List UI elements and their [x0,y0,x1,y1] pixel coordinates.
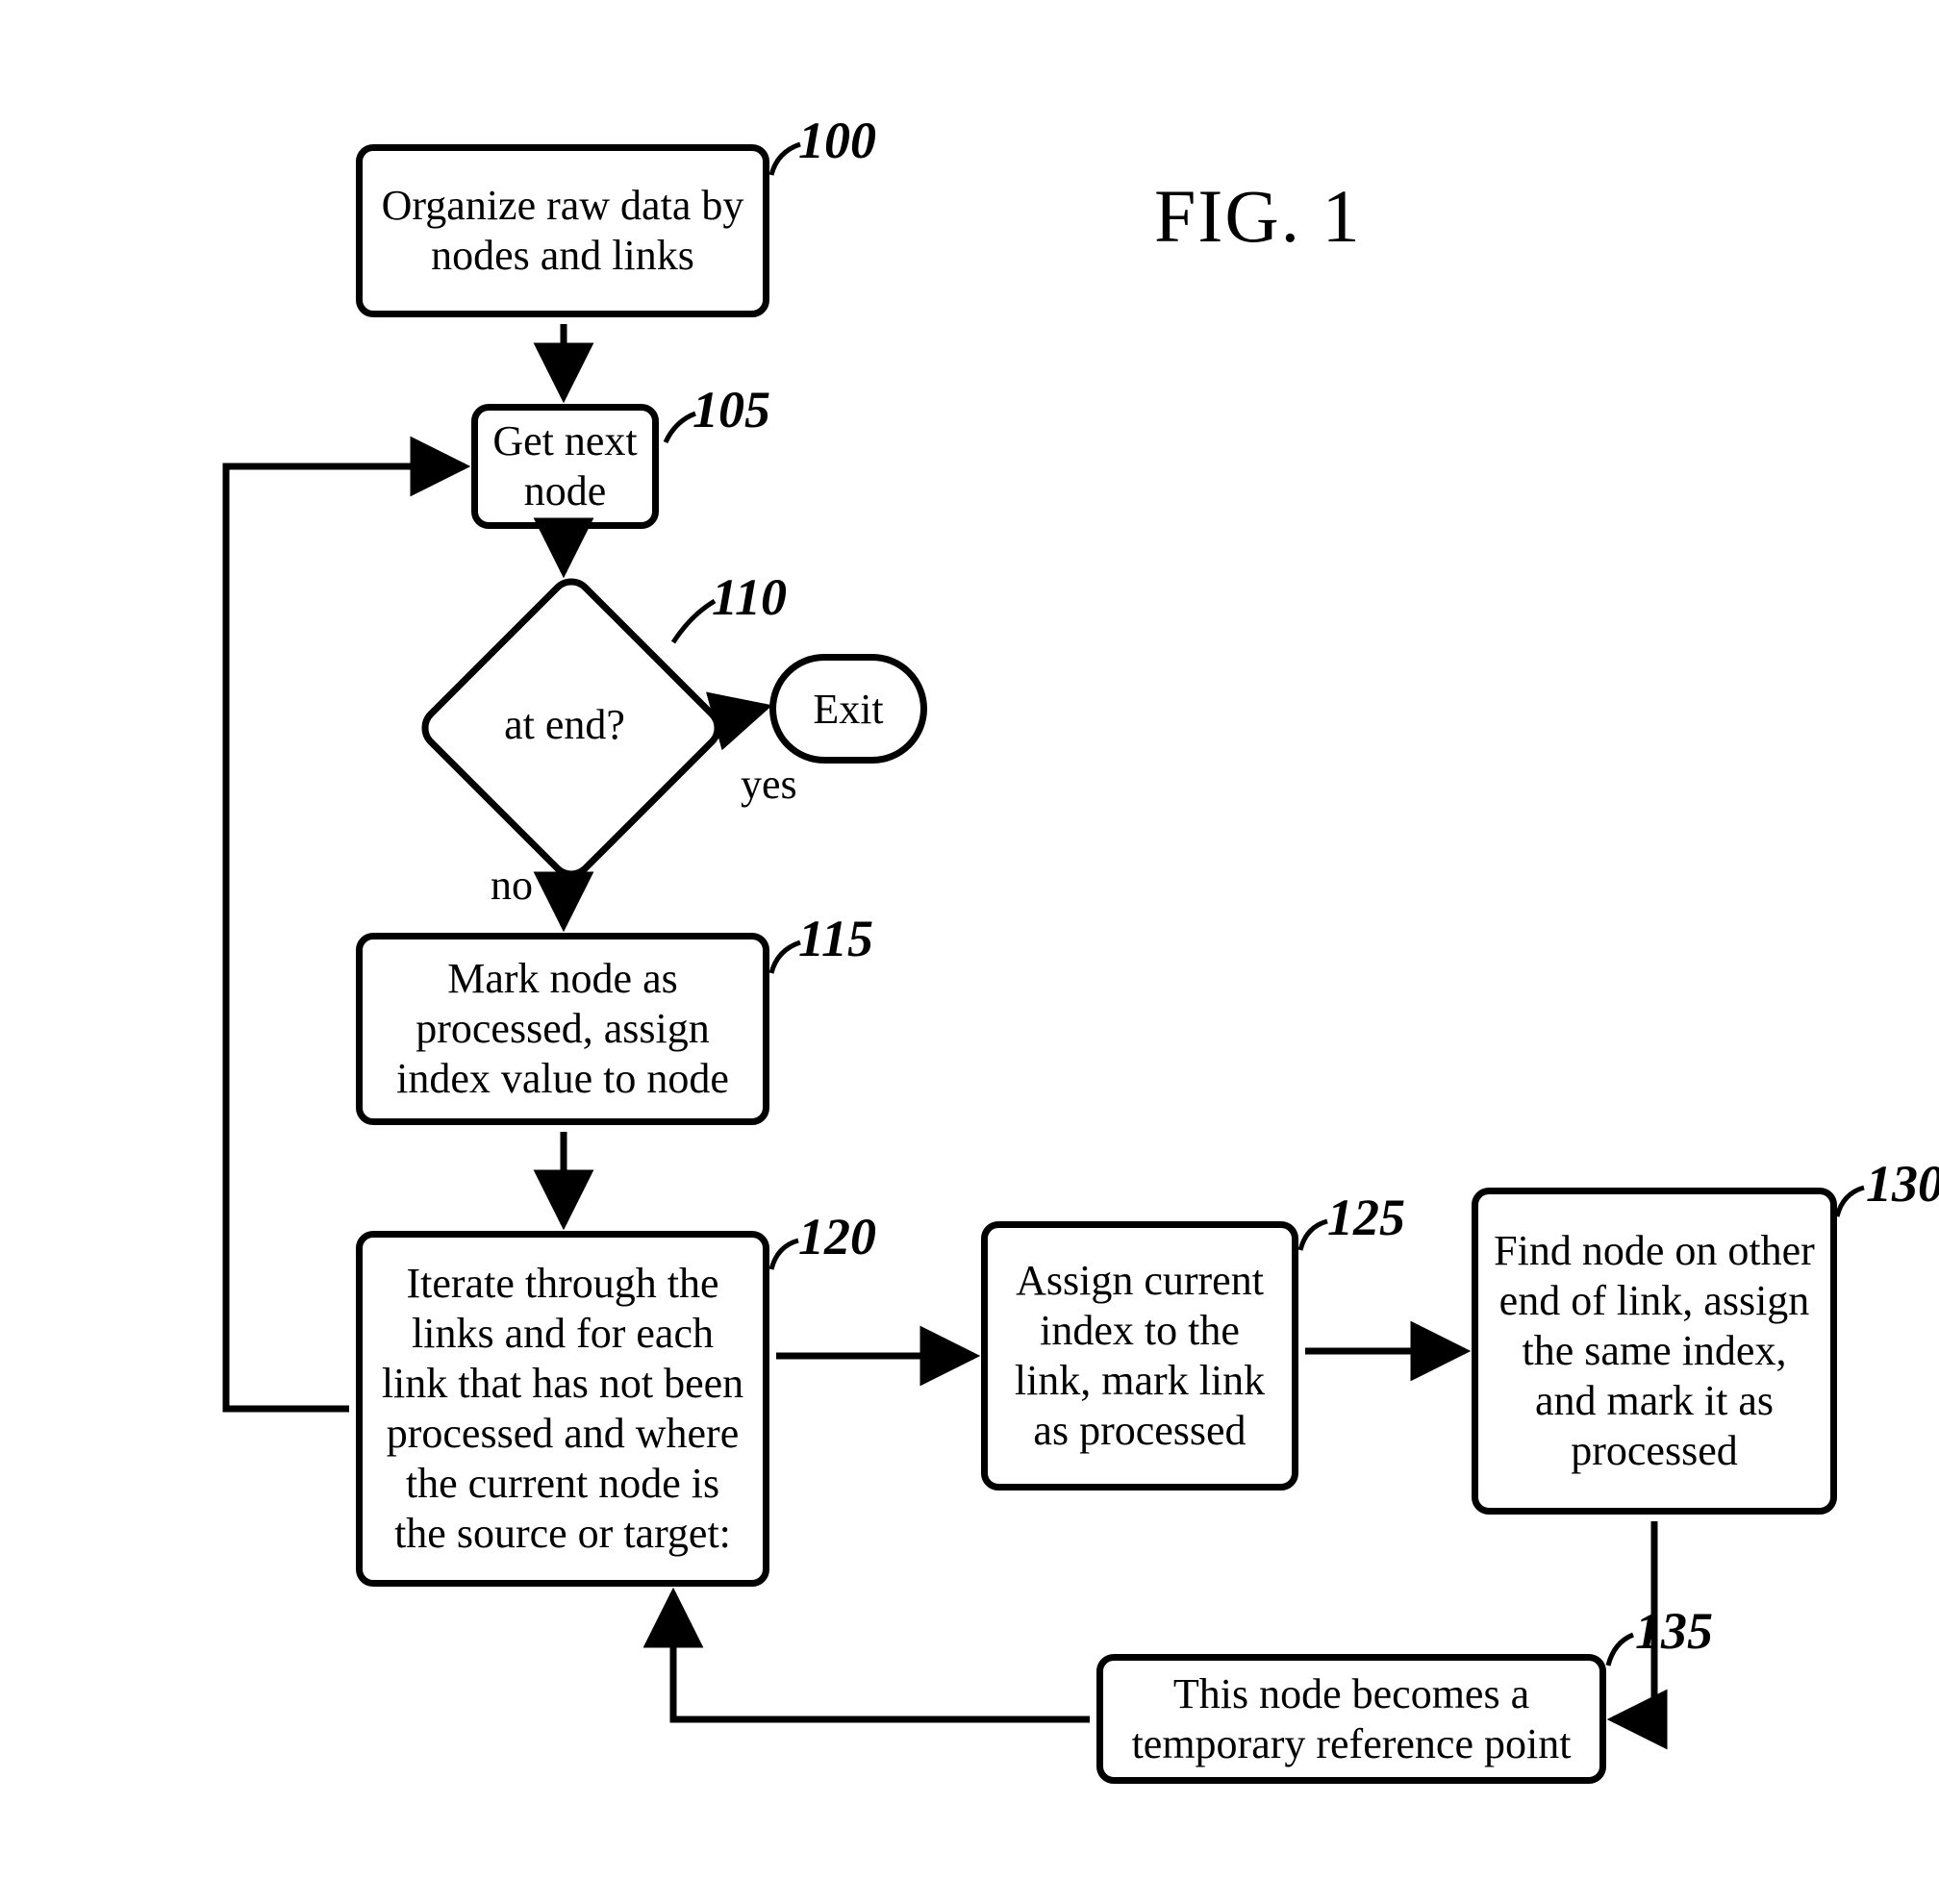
exit-text: Exit [813,685,883,734]
ref-125: 125 [1327,1188,1405,1247]
ref-105: 105 [692,380,770,439]
box-mark-node-processed: Mark node as processed, assign index val… [356,933,769,1125]
box-iterate-links: Iterate through the links and for each l… [356,1231,769,1587]
label-no: no [491,861,533,910]
box-125-text: Assign current index to the link, mark l… [1001,1256,1278,1456]
box-assign-index-link: Assign current index to the link, mark l… [981,1221,1298,1491]
figure-title: FIG. 1 [1154,173,1362,260]
box-105-text: Get next node [491,416,639,516]
ref-115: 115 [798,909,873,968]
ref-110: 110 [712,567,787,627]
box-100-text: Organize raw data by nodes and links [376,181,749,281]
label-yes: yes [741,760,797,809]
box-organize-raw-data: Organize raw data by nodes and links [356,144,769,317]
terminator-exit: Exit [769,654,927,764]
box-135-text: This node becomes a temporary reference … [1117,1669,1586,1769]
ref-130: 130 [1866,1154,1939,1214]
box-120-text: Iterate through the links and for each l… [376,1259,749,1558]
ref-135: 135 [1635,1601,1713,1661]
box-115-text: Mark node as processed, assign index val… [376,954,749,1104]
box-temporary-reference: This node becomes a temporary reference … [1096,1654,1606,1784]
ref-100: 100 [798,111,876,170]
decision-at-end-text: at end? [459,700,670,749]
box-find-node-other-end: Find node on other end of link, assign t… [1472,1188,1837,1515]
box-130-text: Find node on other end of link, assign t… [1492,1226,1817,1476]
ref-120: 120 [798,1207,876,1266]
flowchart-canvas: FIG. 1 Organize raw data by nodes and li… [0,0,1939,1904]
box-get-next-node: Get next node [471,404,659,529]
